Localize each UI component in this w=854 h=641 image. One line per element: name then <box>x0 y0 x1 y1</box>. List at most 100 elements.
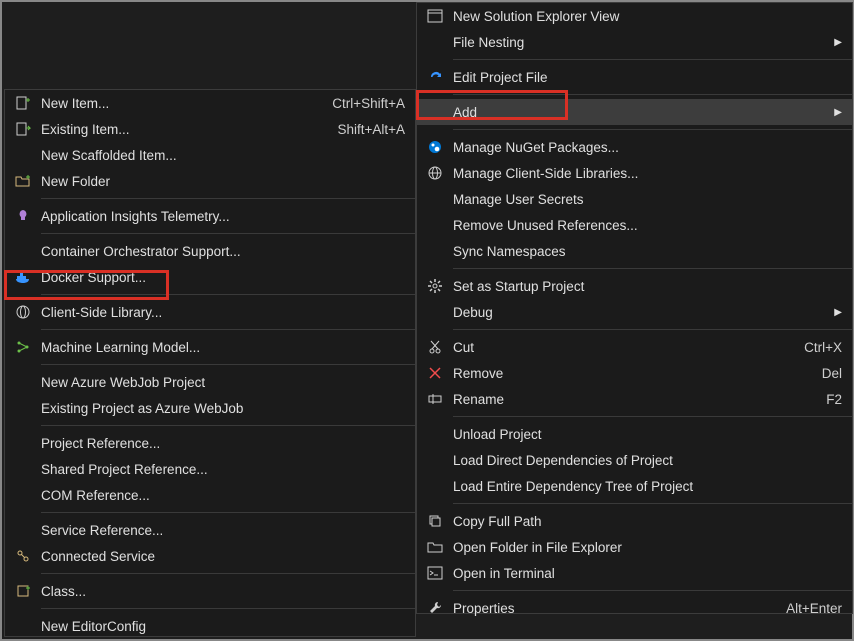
x-icon <box>417 365 453 381</box>
menu-item-label: Load Entire Dependency Tree of Project <box>453 479 842 494</box>
menu-separator <box>41 233 415 234</box>
context-menu-right: New Solution Explorer ViewFile Nesting▶E… <box>416 2 853 614</box>
menu-item-label: Shared Project Reference... <box>41 462 405 477</box>
terminal-icon <box>417 565 453 581</box>
menu-item-label: Add <box>453 105 828 120</box>
menu-separator <box>453 94 852 95</box>
menu-item-set-as-startup-project[interactable]: Set as Startup Project <box>417 273 852 299</box>
menu-item-connected-service[interactable]: Connected Service <box>5 543 415 569</box>
menu-item-label: Rename <box>453 392 810 407</box>
menu-item-shortcut: Ctrl+Shift+A <box>316 96 405 111</box>
cut-icon <box>417 339 453 355</box>
menu-item-application-insights-telemetry[interactable]: Application Insights Telemetry... <box>5 203 415 229</box>
menu-separator <box>453 329 852 330</box>
class-icon <box>5 583 41 599</box>
menu-item-label: Sync Namespaces <box>453 244 842 259</box>
menu-item-label: Class... <box>41 584 405 599</box>
menu-item-sync-namespaces[interactable]: Sync Namespaces <box>417 238 852 264</box>
menu-item-label: Open Folder in File Explorer <box>453 540 842 555</box>
submenu-arrow-icon: ▶ <box>828 307 842 318</box>
menu-item-new-folder[interactable]: New Folder <box>5 168 415 194</box>
appinsights-icon <box>5 208 41 224</box>
menu-item-open-in-terminal[interactable]: Open in Terminal <box>417 560 852 586</box>
menu-item-load-entire-dependency-tree-of-project[interactable]: Load Entire Dependency Tree of Project <box>417 473 852 499</box>
submenu-arrow-icon: ▶ <box>828 37 842 48</box>
menu-separator <box>41 573 415 574</box>
submenu-arrow-icon: ▶ <box>828 107 842 118</box>
gear-icon <box>417 278 453 294</box>
menu-item-new-solution-explorer-view[interactable]: New Solution Explorer View <box>417 3 852 29</box>
menu-item-remove-unused-references[interactable]: Remove Unused References... <box>417 212 852 238</box>
menu-separator <box>453 129 852 130</box>
menu-item-service-reference[interactable]: Service Reference... <box>5 517 415 543</box>
menu-item-label: Service Reference... <box>41 523 405 538</box>
menu-item-edit-project-file[interactable]: Edit Project File <box>417 64 852 90</box>
menu-item-client-side-library[interactable]: Client-Side Library... <box>5 299 415 325</box>
wrench-icon <box>417 600 453 616</box>
menu-item-project-reference[interactable]: Project Reference... <box>5 430 415 456</box>
menu-item-load-direct-dependencies-of-project[interactable]: Load Direct Dependencies of Project <box>417 447 852 473</box>
folder-open-icon <box>417 539 453 555</box>
menu-item-label: File Nesting <box>453 35 828 50</box>
menu-item-new-editorconfig[interactable]: New EditorConfig <box>5 613 415 637</box>
menu-item-shortcut: F2 <box>810 392 842 407</box>
menu-item-copy-full-path[interactable]: Copy Full Path <box>417 508 852 534</box>
menu-item-rename[interactable]: RenameF2 <box>417 386 852 412</box>
menu-item-add[interactable]: Add▶ <box>417 99 852 125</box>
menu-item-shared-project-reference[interactable]: Shared Project Reference... <box>5 456 415 482</box>
menu-item-label: Copy Full Path <box>453 514 842 529</box>
menu-item-class[interactable]: Class... <box>5 578 415 604</box>
menu-item-manage-client-side-libraries[interactable]: Manage Client-Side Libraries... <box>417 160 852 186</box>
menu-item-existing-project-as-azure-webjob[interactable]: Existing Project as Azure WebJob <box>5 395 415 421</box>
menu-item-label: Properties <box>453 601 770 616</box>
menu-separator <box>41 425 415 426</box>
menu-item-label: Client-Side Library... <box>41 305 405 320</box>
menu-item-cut[interactable]: CutCtrl+X <box>417 334 852 360</box>
menu-item-manage-user-secrets[interactable]: Manage User Secrets <box>417 186 852 212</box>
menu-item-unload-project[interactable]: Unload Project <box>417 421 852 447</box>
menu-item-debug[interactable]: Debug▶ <box>417 299 852 325</box>
menu-item-label: New Item... <box>41 96 316 111</box>
menu-separator <box>453 416 852 417</box>
menu-item-label: Machine Learning Model... <box>41 340 405 355</box>
menu-item-properties[interactable]: PropertiesAlt+Enter <box>417 595 852 621</box>
menu-separator <box>453 268 852 269</box>
menu-item-label: COM Reference... <box>41 488 405 503</box>
menu-item-label: Manage User Secrets <box>453 192 842 207</box>
menu-item-label: Load Direct Dependencies of Project <box>453 453 842 468</box>
menu-item-label: Existing Item... <box>41 122 321 137</box>
menu-item-existing-item[interactable]: Existing Item...Shift+Alt+A <box>5 116 415 142</box>
menu-item-label: Remove Unused References... <box>453 218 842 233</box>
menu-item-label: Remove <box>453 366 806 381</box>
menu-item-label: Existing Project as Azure WebJob <box>41 401 405 416</box>
new-item-icon <box>5 95 41 111</box>
menu-item-open-folder-in-file-explorer[interactable]: Open Folder in File Explorer <box>417 534 852 560</box>
menu-item-new-azure-webjob-project[interactable]: New Azure WebJob Project <box>5 369 415 395</box>
menu-item-manage-nuget-packages[interactable]: Manage NuGet Packages... <box>417 134 852 160</box>
library-icon <box>5 304 41 320</box>
menu-item-machine-learning-model[interactable]: Machine Learning Model... <box>5 334 415 360</box>
menu-item-remove[interactable]: RemoveDel <box>417 360 852 386</box>
menu-item-label: Manage NuGet Packages... <box>453 140 842 155</box>
globe-icon <box>417 165 453 181</box>
nuget-icon <box>417 139 453 155</box>
menu-item-label: Edit Project File <box>453 70 842 85</box>
menu-separator <box>453 503 852 504</box>
menu-item-container-orchestrator-support[interactable]: Container Orchestrator Support... <box>5 238 415 264</box>
menu-item-shortcut: Ctrl+X <box>788 340 842 355</box>
menu-item-docker-support[interactable]: Docker Support... <box>5 264 415 290</box>
menu-item-label: New Folder <box>41 174 405 189</box>
menu-item-label: New Solution Explorer View <box>453 9 842 24</box>
menu-item-label: Debug <box>453 305 828 320</box>
menu-separator <box>41 512 415 513</box>
menu-item-label: Set as Startup Project <box>453 279 842 294</box>
menu-item-new-item[interactable]: New Item...Ctrl+Shift+A <box>5 90 415 116</box>
new-folder-icon <box>5 173 41 189</box>
connected-service-icon <box>5 548 41 564</box>
menu-item-new-scaffolded-item[interactable]: New Scaffolded Item... <box>5 142 415 168</box>
copy-icon <box>417 513 453 529</box>
menu-item-com-reference[interactable]: COM Reference... <box>5 482 415 508</box>
menu-item-file-nesting[interactable]: File Nesting▶ <box>417 29 852 55</box>
ml-icon <box>5 339 41 355</box>
menu-item-shortcut: Del <box>806 366 842 381</box>
